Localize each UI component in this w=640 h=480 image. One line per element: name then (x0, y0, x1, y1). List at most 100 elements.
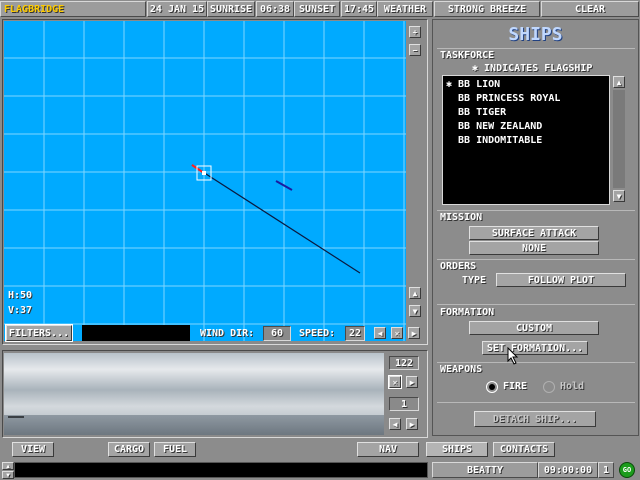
app-title-text: FLAGBRIDGE (4, 3, 65, 15)
center-button[interactable]: ✕ (391, 327, 403, 339)
tactical-map[interactable] (4, 21, 406, 341)
scroll-down-button[interactable]: ▼ (409, 305, 421, 317)
mouse-cursor-icon (507, 347, 519, 365)
ship-item-indomitable[interactable]: BB INDOMITABLE (443, 134, 609, 148)
formation-value-button[interactable]: CUSTOM (469, 321, 599, 335)
panel-title: SHIPS (508, 23, 563, 45)
commander-name: BEATTY (432, 462, 538, 478)
tab-contacts-label: CONTACTS (499, 444, 549, 455)
detach-ship-label: DETACH SHIP... (492, 413, 578, 425)
tab-cargo-label: CARGO (113, 444, 145, 455)
time-compression: 1 (598, 462, 614, 478)
mission-primary-label: SURFACE ATTACK (491, 227, 577, 239)
divider-formation (437, 304, 635, 305)
sea-horizon (4, 415, 384, 435)
ship-item-new-zealand[interactable]: BB NEW ZEALAND (443, 120, 609, 134)
list-scroll-up-button[interactable]: ▲ (613, 76, 625, 88)
tab-cargo[interactable]: CARGO (108, 442, 150, 457)
divider-weapons (437, 362, 635, 363)
zoom-in-button[interactable]: + (409, 26, 421, 38)
formation-label: FORMATION (440, 307, 495, 318)
tab-contacts[interactable]: CONTACTS (493, 442, 555, 457)
map-message-field (82, 325, 190, 341)
sunrise-label: SUNRISE (207, 1, 255, 17)
ship-item-tiger[interactable]: BB TIGER (443, 106, 609, 120)
detach-ship-button[interactable]: DETACH SHIP... (474, 411, 596, 427)
message-log (14, 462, 428, 478)
scroll-right-button[interactable]: ▶ (408, 327, 420, 339)
view-rotate-left-button[interactable]: ✕ (388, 375, 402, 389)
hold-label: Hold (560, 381, 585, 392)
weapons-label: WEAPONS (440, 364, 483, 375)
tab-fuel-label: FUEL (162, 444, 188, 455)
sunrise-time: 06:38 (256, 1, 294, 17)
orders-type-label: TYPE (462, 275, 487, 286)
orders-label: ORDERS (440, 261, 477, 272)
divider-orders (437, 259, 635, 260)
set-formation-label: SET FORMATION... (486, 342, 584, 354)
filters-button[interactable]: FILTERS... (5, 324, 73, 342)
ship-item-princess-royal[interactable]: BB PRINCESS ROYAL (443, 92, 609, 106)
wind-dir-value: 60 (263, 326, 291, 341)
mission-secondary-button[interactable]: NONE (469, 241, 599, 255)
formation-value-label: CUSTOM (515, 322, 553, 334)
view-prev-button[interactable]: ◀ (389, 418, 401, 430)
tab-view-label: VIEW (20, 444, 46, 455)
tab-nav[interactable]: NAV (357, 442, 419, 457)
bearing-counter: 122 (389, 356, 419, 370)
weather-value: STRONG BREEZE (434, 1, 540, 17)
h-coordinate: H:50 (8, 290, 33, 301)
message-scroll-down-button[interactable]: ▼ (2, 471, 14, 479)
sunset-time: 17:45 (341, 1, 377, 17)
view-rotate-right-button[interactable]: ▶ (406, 376, 418, 388)
scroll-left-button[interactable]: ◀ (374, 327, 386, 339)
taskforce-label: TASKFORCE (440, 50, 495, 61)
taskforce-marker[interactable] (202, 171, 206, 175)
date-display: 24 JAN 15 (147, 1, 207, 17)
tab-nav-label: NAV (378, 444, 398, 455)
set-formation-button[interactable]: SET FORMATION... (482, 341, 588, 355)
hold-radio[interactable] (543, 381, 555, 393)
view-next-button[interactable]: ▶ (406, 418, 418, 430)
message-scroll-up-button[interactable]: ▲ (2, 462, 14, 470)
list-scrollbar-track[interactable] (613, 90, 625, 188)
orders-type-value: FOLLOW PLOT (527, 274, 595, 286)
go-button[interactable]: GO (619, 462, 635, 478)
tab-view[interactable]: VIEW (12, 442, 54, 457)
fire-radio-dot (489, 384, 495, 390)
divider-detach (437, 402, 635, 403)
fire-label: FIRE (503, 381, 528, 392)
ocean-view-image (4, 353, 384, 435)
sunset-label: SUNSET (294, 1, 340, 17)
divider-taskforce (437, 48, 635, 49)
list-scroll-down-button[interactable]: ▼ (613, 190, 625, 202)
scroll-up-button[interactable]: ▲ (409, 287, 421, 299)
divider-mission (437, 210, 635, 211)
game-clock: 09:00:00 (538, 462, 598, 478)
filters-button-label: FILTERS... (8, 327, 70, 339)
sea-background (4, 21, 406, 341)
speed-value: 22 (345, 326, 365, 341)
mission-label: MISSION (440, 212, 483, 223)
v-coordinate: V:37 (8, 305, 33, 316)
tab-ships-label: SHIPS (441, 444, 473, 455)
ship-list-items[interactable]: ✱ BB LION BB PRINCESS ROYAL BB TIGER BB … (443, 76, 609, 148)
flagship-note: ✱ INDICATES FLAGSHIP (472, 63, 593, 74)
wind-dir-label: WIND DIR: (200, 328, 255, 339)
mission-primary-button[interactable]: SURFACE ATTACK (469, 226, 599, 240)
distant-ship (8, 416, 24, 418)
weather-label: WEATHER (377, 1, 433, 17)
speed-label: SPEED: (299, 328, 336, 339)
tab-fuel[interactable]: FUEL (154, 442, 196, 457)
ship-item-lion[interactable]: ✱ BB LION (443, 78, 609, 92)
map-svg[interactable] (4, 21, 406, 341)
ship-list[interactable]: ✱ BB LION BB PRINCESS ROYAL BB TIGER BB … (442, 75, 610, 205)
mission-secondary-label: NONE (521, 242, 547, 254)
view-zoom-counter: 1 (389, 397, 419, 411)
tab-ships[interactable]: SHIPS (426, 442, 488, 457)
sky-value: CLEAR (541, 1, 639, 17)
zoom-out-button[interactable]: − (409, 44, 421, 56)
fire-radio[interactable] (486, 381, 498, 393)
orders-type-button[interactable]: FOLLOW PLOT (496, 273, 626, 287)
app-title: FLAGBRIDGE (0, 1, 146, 17)
